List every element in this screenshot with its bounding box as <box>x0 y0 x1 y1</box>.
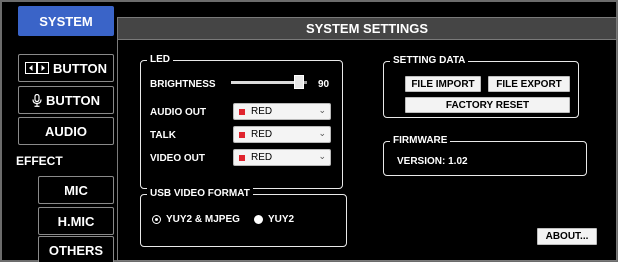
talk-label: TALK <box>150 130 176 141</box>
nav-audio-label: AUDIO <box>45 123 87 139</box>
video-out-label: VIDEO OUT <box>150 153 206 164</box>
nav-button-button[interactable]: BUTTON <box>18 54 114 82</box>
prev-next-icon <box>25 62 50 74</box>
firmware-version: VERSION: 1.02 <box>397 156 468 167</box>
panel-title: SYSTEM SETTINGS <box>118 18 616 40</box>
video-out-value: RED <box>251 152 273 163</box>
brightness-label: BRIGHTNESS <box>150 79 216 90</box>
audio-out-label: AUDIO OUT <box>150 107 207 118</box>
nav-audio-button[interactable]: AUDIO <box>18 117 114 145</box>
setting-data-title: SETTING DATA <box>390 54 469 68</box>
radio-selected-icon <box>152 215 161 224</box>
firmware-group: FIRMWARE VERSION: 1.02 <box>383 134 587 176</box>
firmware-title: FIRMWARE <box>390 134 451 148</box>
talk-value: RED <box>251 129 273 140</box>
audio-out-value: RED <box>251 106 273 117</box>
radio-yuy2-mjpeg[interactable]: YUY2 & MJPEG <box>152 214 240 225</box>
about-button[interactable]: ABOUT... <box>537 228 597 245</box>
radio-yuy2-label: YUY2 <box>268 214 295 225</box>
nav-mic-label: MIC <box>64 182 88 198</box>
radio-unselected-icon <box>254 215 263 224</box>
led-group-title: LED <box>147 53 173 67</box>
nav-system-label: SYSTEM <box>39 13 93 29</box>
radio-yuy2-mjpeg-label: YUY2 & MJPEG <box>166 214 240 225</box>
setting-data-group: SETTING DATA FILE IMPORT FILE EXPORT FAC… <box>383 54 579 118</box>
nav-mic-button-label: BUTTON <box>46 92 100 108</box>
audio-out-color-swatch <box>239 108 245 115</box>
talk-select[interactable]: RED ⌄ <box>233 126 331 143</box>
audio-out-select[interactable]: RED ⌄ <box>233 103 331 120</box>
led-group: LED BRIGHTNESS 90 AUDIO OUT RED ⌄ TALK R… <box>140 53 343 189</box>
factory-reset-button[interactable]: FACTORY RESET <box>405 97 570 113</box>
nav-hmic-label: H.MIC <box>57 213 95 229</box>
nav-mic-button[interactable]: MIC <box>38 176 114 204</box>
brightness-slider-thumb[interactable] <box>294 75 305 89</box>
radio-yuy2[interactable]: YUY2 <box>254 214 294 225</box>
video-out-color-swatch <box>239 154 245 161</box>
nav-others-button[interactable]: OTHERS <box>38 236 114 262</box>
usb-video-format-title: USB VIDEO FORMAT <box>147 187 253 201</box>
chevron-down-icon: ⌄ <box>318 151 326 161</box>
video-out-select[interactable]: RED ⌄ <box>233 149 331 166</box>
brightness-value: 90 <box>318 79 330 90</box>
nav-others-label: OTHERS <box>48 242 104 258</box>
window-frame: SYSTEM BUTTON BUTTON AUDIO EFFECT MIC H.… <box>0 0 618 262</box>
nav-hmic-button[interactable]: H.MIC <box>38 207 114 235</box>
talk-color-swatch <box>239 131 245 138</box>
nav-mic-button-button[interactable]: BUTTON <box>18 86 114 114</box>
file-import-button[interactable]: FILE IMPORT <box>405 76 481 92</box>
effect-heading: EFFECT <box>16 154 63 168</box>
brightness-slider-fill <box>231 81 300 84</box>
system-settings-panel: SYSTEM SETTINGS LED BRIGHTNESS 90 AUDIO … <box>117 17 617 261</box>
chevron-down-icon: ⌄ <box>318 128 326 138</box>
chevron-down-icon: ⌄ <box>318 105 326 115</box>
microphone-icon <box>32 93 42 107</box>
file-export-button[interactable]: FILE EXPORT <box>488 76 570 92</box>
usb-video-format-group: USB VIDEO FORMAT YUY2 & MJPEG YUY2 <box>140 187 347 247</box>
sidebar: SYSTEM BUTTON BUTTON AUDIO EFFECT MIC H.… <box>6 6 114 262</box>
nav-system-button[interactable]: SYSTEM <box>18 6 114 36</box>
nav-button-label: BUTTON <box>53 60 107 76</box>
brightness-slider[interactable] <box>231 75 307 89</box>
